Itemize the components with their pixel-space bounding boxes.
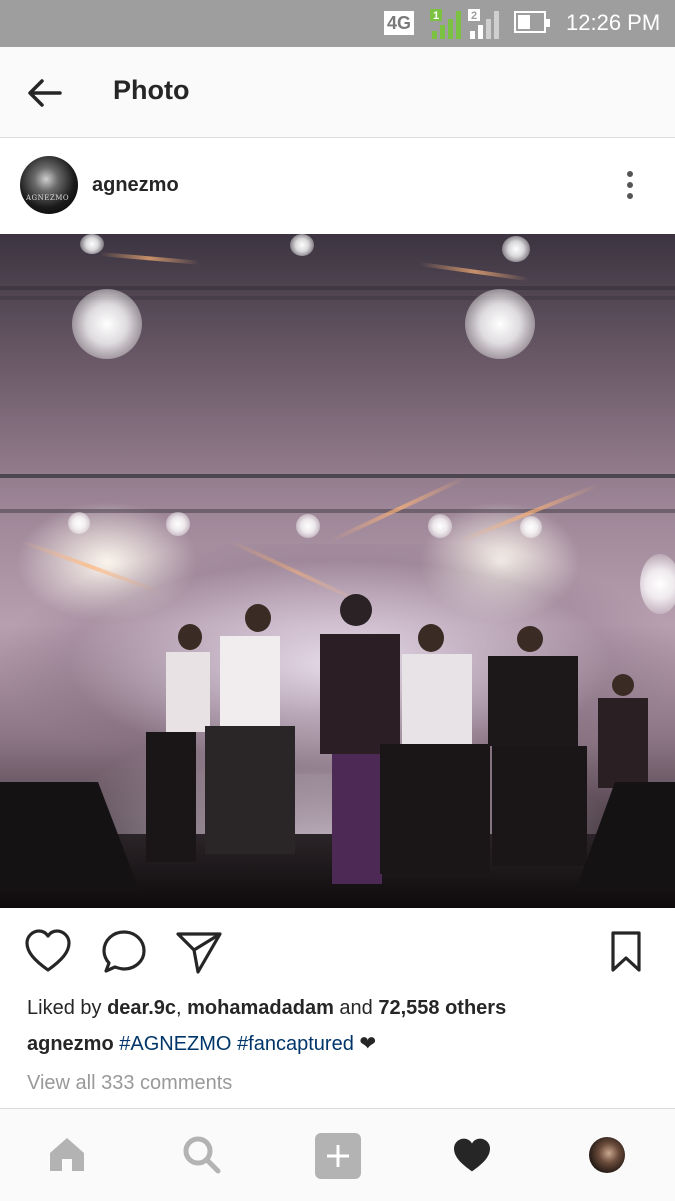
stage-light [296,514,320,538]
page-title: Photo [113,75,190,105]
heart-filled-icon[interactable] [452,1137,492,1173]
stage-light [72,289,142,359]
stage-truss [0,509,675,513]
likes-line: Liked by dear.9c, mohamadadam and 72,558… [27,997,506,1020]
speech-bubble-icon[interactable] [100,928,148,976]
hashtag[interactable]: #AGNEZMO [119,1033,231,1055]
dancer [190,604,300,884]
view-comments-link[interactable]: View all 333 comments [27,1072,232,1095]
stage-speaker [0,782,140,892]
stage-light [502,236,530,262]
caption-username[interactable]: agnezmo [27,1033,114,1055]
battery-icon [514,11,550,33]
liker-username[interactable]: mohamadadam [187,997,334,1019]
heart-outline-icon[interactable] [24,928,72,974]
avatar[interactable]: AGNEZMO [20,156,78,214]
dancer [482,626,592,886]
stage-light [80,234,104,254]
dancer [380,624,490,894]
post-header: AGNEZMO agnezmo [0,138,675,234]
status-time: 12:26 PM [566,10,661,35]
signal-sim2-icon: 2 [468,9,499,39]
stage-light [166,512,190,536]
avatar-logo-text: AGNEZMO [26,194,70,202]
likes-and: and [333,997,379,1019]
signal-sim1-icon: 1 [430,9,461,39]
hashtag[interactable]: #fancaptured [237,1033,354,1055]
light-beam [99,252,200,265]
likes-prefix: Liked by [27,997,108,1019]
vertical-dots-icon[interactable] [618,168,642,204]
light-beam [419,262,530,282]
profile-avatar[interactable] [589,1137,625,1173]
home-icon[interactable] [47,1135,87,1173]
post-username[interactable]: agnezmo [92,174,179,197]
network-type: 4G [384,11,415,35]
heart-emoji: ❤ [359,1033,377,1055]
likes-separator: , [176,997,188,1019]
stage-light [520,516,542,538]
bottom-nav [0,1108,675,1201]
search-icon[interactable] [182,1135,222,1175]
liker-username[interactable]: dear.9c [107,997,176,1019]
stage-truss [0,474,675,478]
likes-count[interactable]: 72,558 others [378,997,506,1019]
paper-plane-icon[interactable] [174,928,224,976]
stage-light [428,514,452,538]
stage-light [290,234,314,256]
arrow-left-icon[interactable] [22,73,66,113]
status-bar: 4G 1 2 12:26 PM [0,0,675,47]
stage-light [465,289,535,359]
top-nav: Photo [0,47,675,138]
bookmark-icon[interactable] [608,930,644,974]
post-photo[interactable] [0,234,675,908]
post-caption: agnezmo #AGNEZMO #fancaptured ❤ [27,1031,376,1056]
svg-text:2: 2 [471,10,477,22]
svg-text:1: 1 [433,10,439,22]
add-icon[interactable] [315,1133,361,1179]
post-actions [0,908,675,998]
stage-light [68,512,90,534]
